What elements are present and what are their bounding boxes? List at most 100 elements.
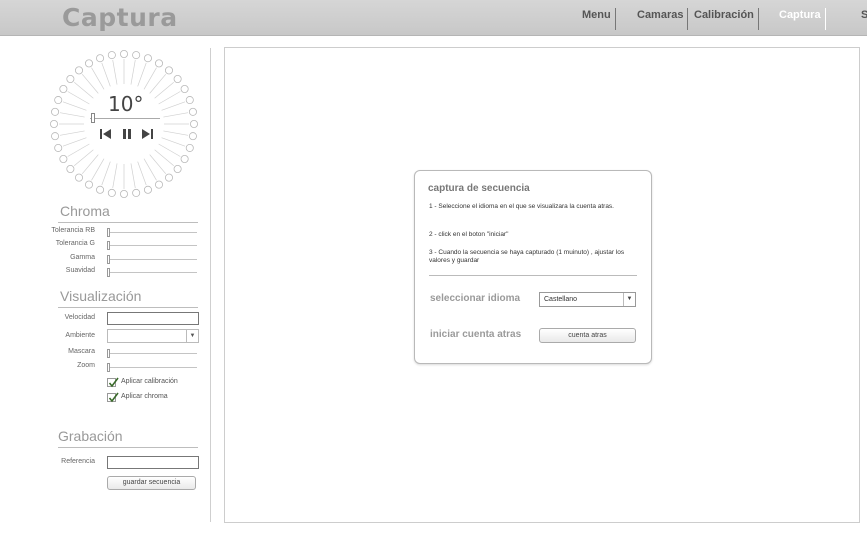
grabacion-title: Grabación xyxy=(58,428,123,444)
dial-step-marker[interactable] xyxy=(96,185,105,194)
dial-step-marker[interactable] xyxy=(189,120,198,129)
dial-step-marker[interactable] xyxy=(54,143,63,152)
dial-step-marker[interactable] xyxy=(75,66,84,75)
skip-forward-icon[interactable] xyxy=(140,127,154,141)
nav-camaras[interactable]: Camaras xyxy=(637,8,689,30)
idioma-select[interactable]: Castellano ▼ xyxy=(539,292,636,307)
dial-step-marker[interactable] xyxy=(188,107,197,116)
dial-step-marker[interactable] xyxy=(50,120,58,129)
dialog-step-1: 1 - Seleccione el idioma en el que se vi… xyxy=(429,203,614,210)
dial-step-marker[interactable] xyxy=(51,107,60,116)
aplicar-calibracion-label: Aplicar calibración xyxy=(121,378,178,385)
guardar-secuencia-button[interactable]: guardar secuencia xyxy=(107,476,196,490)
tolerancia-g-slider[interactable] xyxy=(107,241,197,250)
velocidad-input[interactable] xyxy=(107,312,199,325)
gamma-label: Gamma xyxy=(70,254,95,261)
slider-handle[interactable] xyxy=(107,349,110,358)
suavidad-slider[interactable] xyxy=(107,268,197,277)
gamma-slider[interactable] xyxy=(107,255,197,264)
ambiente-label: Ambiente xyxy=(65,332,95,339)
dial-step-marker[interactable] xyxy=(120,50,129,58)
dial-spoke xyxy=(163,130,189,136)
app-header: Captura Menu Camaras Calibración Captura… xyxy=(0,0,867,36)
dial-step-marker[interactable] xyxy=(132,188,141,197)
slider-track xyxy=(107,272,197,273)
dial-step-marker[interactable] xyxy=(107,51,116,60)
slider-handle[interactable] xyxy=(107,228,110,237)
dial-step-marker[interactable] xyxy=(155,180,164,189)
dial-spoke xyxy=(154,149,175,167)
captura-secuencia-dialog: captura de secuencia 1 - Seleccione el i… xyxy=(414,170,652,364)
angle-dial[interactable] xyxy=(48,48,200,200)
dial-spoke xyxy=(149,154,167,175)
dial-spoke xyxy=(143,67,157,90)
nav-calibracion[interactable]: Calibración xyxy=(694,8,759,30)
zoom-slider[interactable] xyxy=(107,363,197,372)
dial-spoke xyxy=(137,161,147,186)
dial-step-marker[interactable] xyxy=(75,173,84,182)
referencia-label: Referencia xyxy=(61,458,95,465)
dial-step-marker[interactable] xyxy=(180,155,189,164)
dial-step-marker[interactable] xyxy=(164,173,173,182)
chevron-down-icon[interactable]: ▼ xyxy=(623,293,635,306)
dial-step-marker[interactable] xyxy=(143,54,152,63)
dial-step-marker[interactable] xyxy=(107,188,116,197)
slider-handle[interactable] xyxy=(107,241,110,250)
slider-handle[interactable] xyxy=(107,363,110,372)
dial-step-marker[interactable] xyxy=(143,185,152,194)
slider-track xyxy=(107,259,197,260)
checkbox-box[interactable] xyxy=(107,392,119,403)
dial-step-marker[interactable] xyxy=(66,75,75,84)
tolerancia-rb-slider[interactable] xyxy=(107,228,197,237)
checkbox-box[interactable] xyxy=(107,377,119,388)
dial-step-marker[interactable] xyxy=(164,66,173,75)
dial-step-marker[interactable] xyxy=(96,54,105,63)
dial-step-marker[interactable] xyxy=(185,96,194,105)
chroma-title: Chroma xyxy=(60,203,110,219)
iniciar-cuenta-atras-label: iniciar cuenta atras xyxy=(430,329,522,340)
dial-step-marker[interactable] xyxy=(173,164,182,173)
skip-back-icon[interactable] xyxy=(99,127,113,141)
chevron-down-icon[interactable]: ▼ xyxy=(186,330,198,342)
dial-spoke xyxy=(143,158,157,181)
dial-angle-value: 10° xyxy=(108,92,144,116)
tolerancia-g-label: Tolerancia G xyxy=(55,240,95,247)
dial-step-marker[interactable] xyxy=(188,132,197,141)
dial-spoke xyxy=(130,163,136,189)
dial-step-marker[interactable] xyxy=(173,75,182,84)
dial-spoke xyxy=(158,91,181,105)
visualizacion-title: Visualización xyxy=(60,288,142,304)
nav-menu[interactable]: Menu xyxy=(582,8,616,30)
pause-icon[interactable] xyxy=(120,127,134,141)
dial-step-marker[interactable] xyxy=(66,164,75,173)
dial-step-marker[interactable] xyxy=(59,85,68,94)
mascara-slider[interactable] xyxy=(107,349,197,358)
dial-step-marker[interactable] xyxy=(85,59,94,68)
dial-step-marker[interactable] xyxy=(132,51,141,60)
dial-step-marker[interactable] xyxy=(185,143,194,152)
dial-step-marker[interactable] xyxy=(120,189,129,198)
dial-spoke xyxy=(67,91,90,105)
dial-step-marker[interactable] xyxy=(54,96,63,105)
media-controls xyxy=(99,127,155,143)
dial-step-marker[interactable] xyxy=(155,59,164,68)
ambiente-select[interactable]: ▼ xyxy=(107,329,199,343)
dial-slider-handle[interactable] xyxy=(91,113,95,123)
panel-divider xyxy=(210,48,211,522)
check-icon xyxy=(108,377,119,388)
slider-handle[interactable] xyxy=(107,268,110,277)
dial-step-marker[interactable] xyxy=(59,155,68,164)
dial-spoke xyxy=(73,149,94,167)
dial-spoke xyxy=(91,67,105,90)
slider-handle[interactable] xyxy=(107,255,110,264)
dial-step-marker[interactable] xyxy=(85,180,94,189)
dial-step-marker[interactable] xyxy=(180,85,189,94)
nav-s[interactable]: S xyxy=(861,8,867,30)
referencia-input[interactable] xyxy=(107,456,199,469)
mascara-label: Mascara xyxy=(68,348,95,355)
nav-captura[interactable]: Captura xyxy=(779,8,826,30)
dial-step-marker[interactable] xyxy=(51,132,60,141)
dial-spoke xyxy=(67,143,90,157)
dial-spoke xyxy=(163,112,189,118)
cuenta-atras-button[interactable]: cuenta atras xyxy=(539,328,636,343)
